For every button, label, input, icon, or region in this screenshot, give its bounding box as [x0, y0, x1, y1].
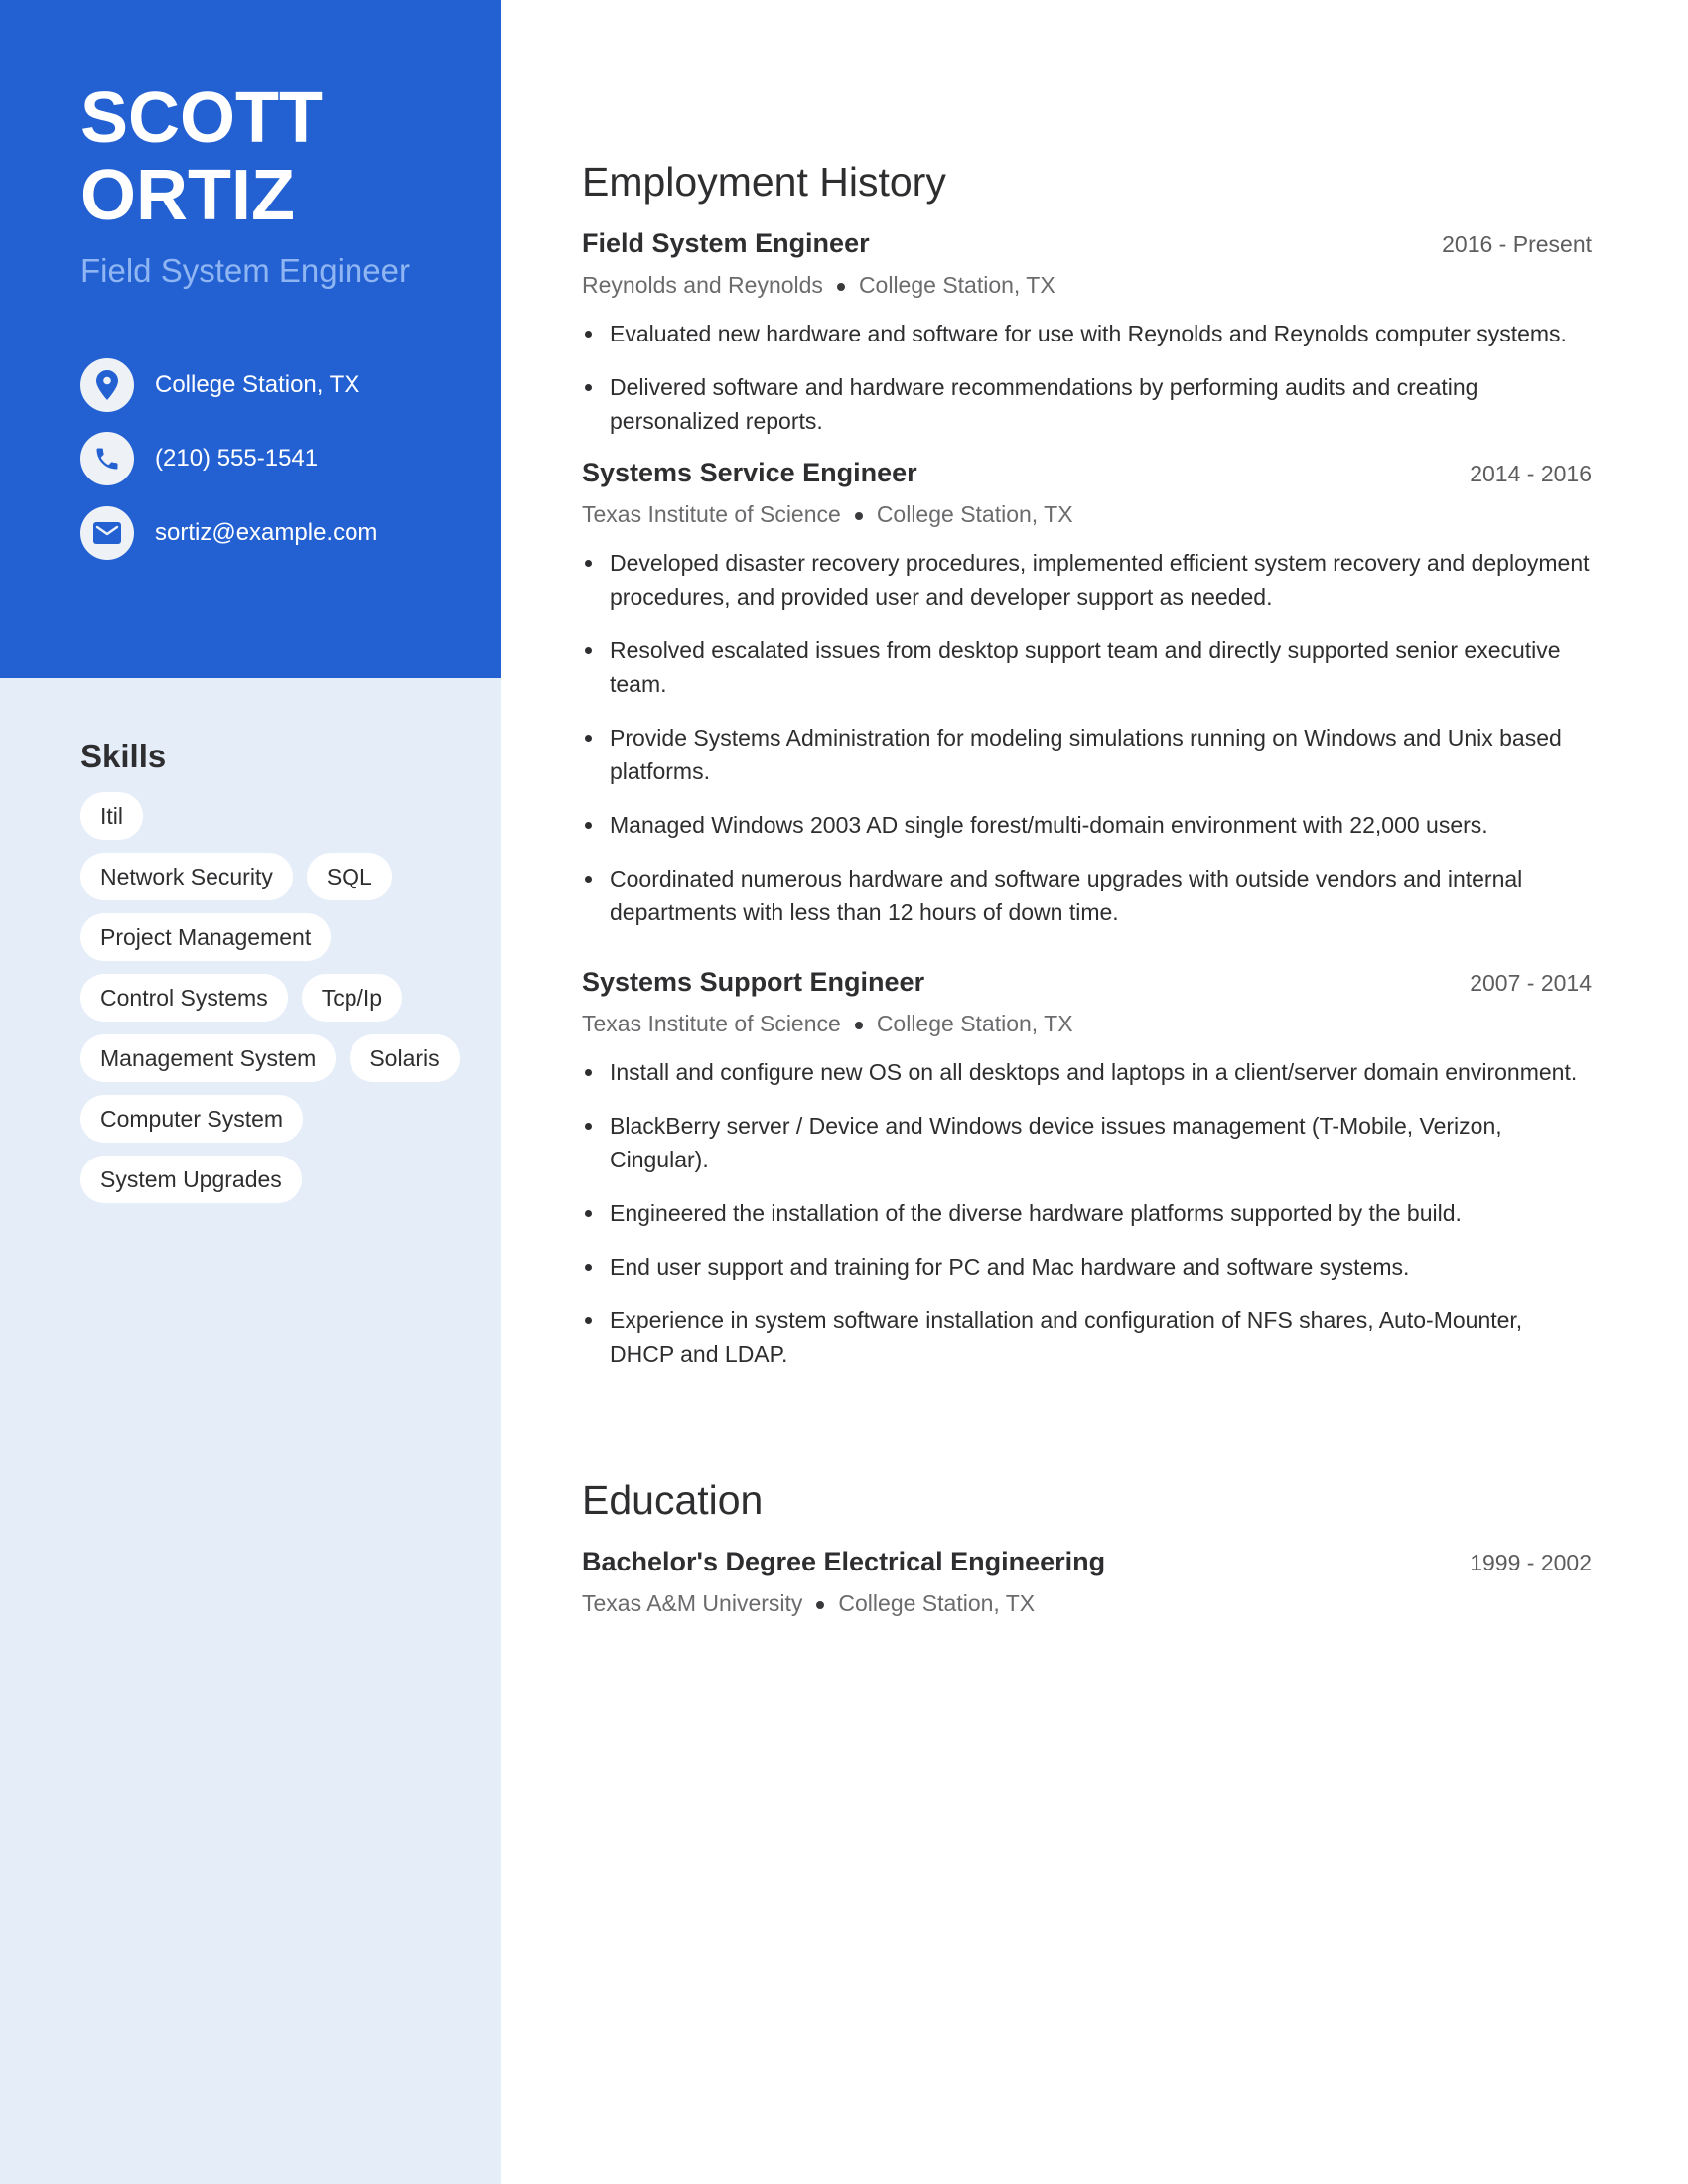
skill-chip: Itil — [80, 792, 143, 840]
bullet-item: Developed disaster recovery procedures, … — [582, 546, 1592, 614]
contact-location-text: College Station, TX — [155, 371, 360, 398]
separator-dot — [836, 282, 845, 291]
bullet-item: End user support and training for PC and… — [582, 1250, 1592, 1284]
employment-heading: Employment History — [582, 159, 946, 205]
education-school: Texas A&M University — [582, 1590, 803, 1616]
education-institution: Texas A&M University College Station, TX — [582, 1585, 1592, 1621]
job-entry-dates: 2007 - 2014 — [1470, 970, 1592, 996]
education-heading: Education — [582, 1477, 764, 1523]
skill-chip: Project Management — [80, 913, 332, 961]
job-entry-company: Reynolds and Reynolds — [582, 272, 823, 298]
skill-chip: Network Security — [80, 853, 293, 900]
first-name: SCOTT — [80, 78, 323, 158]
job-entry-dates: 2016 - Present — [1442, 231, 1592, 257]
job-entry-company: Texas Institute of Science — [582, 1011, 841, 1036]
job-entry-employer: Reynolds and Reynolds College Station, TX — [582, 267, 1592, 303]
job-entry-employer: Texas Institute of Science College Statio… — [582, 1006, 1592, 1041]
contact-email-text: sortiz@example.com — [155, 519, 378, 546]
job-entry-employer: Texas Institute of Science College Statio… — [582, 496, 1592, 532]
job-entry-bullets: Install and configure new OS on all desk… — [582, 1055, 1592, 1371]
skills-heading: Skills — [80, 738, 167, 774]
separator-dot — [854, 1021, 863, 1029]
job-entry-bullets: Developed disaster recovery procedures, … — [582, 546, 1592, 929]
bullet-item: BlackBerry server / Device and Windows d… — [582, 1109, 1592, 1176]
separator-dot — [816, 1600, 825, 1609]
envelope-icon — [80, 506, 134, 560]
education-degree: Bachelor's Degree Electrical Engineering — [582, 1547, 1106, 1576]
skill-chip: Tcp/Ip — [301, 974, 403, 1022]
contact-location: College Station, TX — [80, 358, 359, 412]
job-entry: Systems Support Engineer 2007 - 2014 Tex… — [582, 967, 1592, 1391]
job-entry-location: College Station, TX — [858, 272, 1055, 298]
sidebar: SCOTT ORTIZ Field System Engineer Colleg… — [0, 0, 501, 2184]
candidate-name: SCOTT ORTIZ — [80, 79, 323, 234]
skill-chip: Computer System — [80, 1095, 304, 1143]
skill-chip: Management System — [80, 1034, 337, 1082]
bullet-item: Install and configure new OS on all desk… — [582, 1055, 1592, 1089]
separator-dot — [854, 511, 863, 520]
sidebar-header: SCOTT ORTIZ Field System Engineer Colleg… — [0, 0, 501, 678]
job-entry-bullets: Evaluated new hardware and software for … — [582, 317, 1592, 438]
job-entry-dates: 2014 - 2016 — [1470, 461, 1592, 486]
job-entry-location: College Station, TX — [876, 501, 1073, 527]
last-name: ORTIZ — [80, 156, 295, 235]
skill-chip: Solaris — [350, 1034, 460, 1082]
education-entry: Bachelor's Degree Electrical Engineering… — [582, 1547, 1592, 1621]
job-title: Field System Engineer — [80, 252, 410, 289]
bullet-item: Managed Windows 2003 AD single forest/mu… — [582, 808, 1592, 842]
phone-icon — [80, 432, 134, 485]
skill-chip: System Upgrades — [80, 1156, 302, 1203]
bullet-item: Experience in system software installati… — [582, 1303, 1592, 1371]
skill-chip: Control Systems — [80, 974, 288, 1022]
skills-list: Itil Network Security SQL Project Manage… — [80, 792, 478, 1203]
location-pin-icon — [80, 358, 134, 412]
job-entry: Field System Engineer 2016 - Present Rey… — [582, 228, 1592, 458]
bullet-item: Provide Systems Administration for model… — [582, 721, 1592, 788]
education-location: College Station, TX — [838, 1590, 1036, 1616]
bullet-item: Evaluated new hardware and software for … — [582, 317, 1592, 350]
bullet-item: Coordinated numerous hardware and softwa… — [582, 862, 1592, 929]
skill-chip: SQL — [306, 853, 392, 900]
bullet-item: Engineered the installation of the diver… — [582, 1196, 1592, 1230]
bullet-item: Delivered software and hardware recommen… — [582, 370, 1592, 438]
job-entry: Systems Service Engineer 2014 - 2016 Tex… — [582, 458, 1592, 949]
job-entry-company: Texas Institute of Science — [582, 501, 841, 527]
contact-email: sortiz@example.com — [80, 506, 377, 560]
education-dates: 1999 - 2002 — [1470, 1550, 1592, 1575]
job-entry-title: Field System Engineer — [582, 228, 870, 258]
contact-phone: (210) 555-1541 — [80, 432, 318, 485]
job-entry-title: Systems Support Engineer — [582, 967, 925, 997]
job-entry-location: College Station, TX — [876, 1011, 1073, 1036]
bullet-item: Resolved escalated issues from desktop s… — [582, 633, 1592, 701]
contact-phone-text: (210) 555-1541 — [155, 445, 319, 472]
job-entry-title: Systems Service Engineer — [582, 458, 917, 487]
